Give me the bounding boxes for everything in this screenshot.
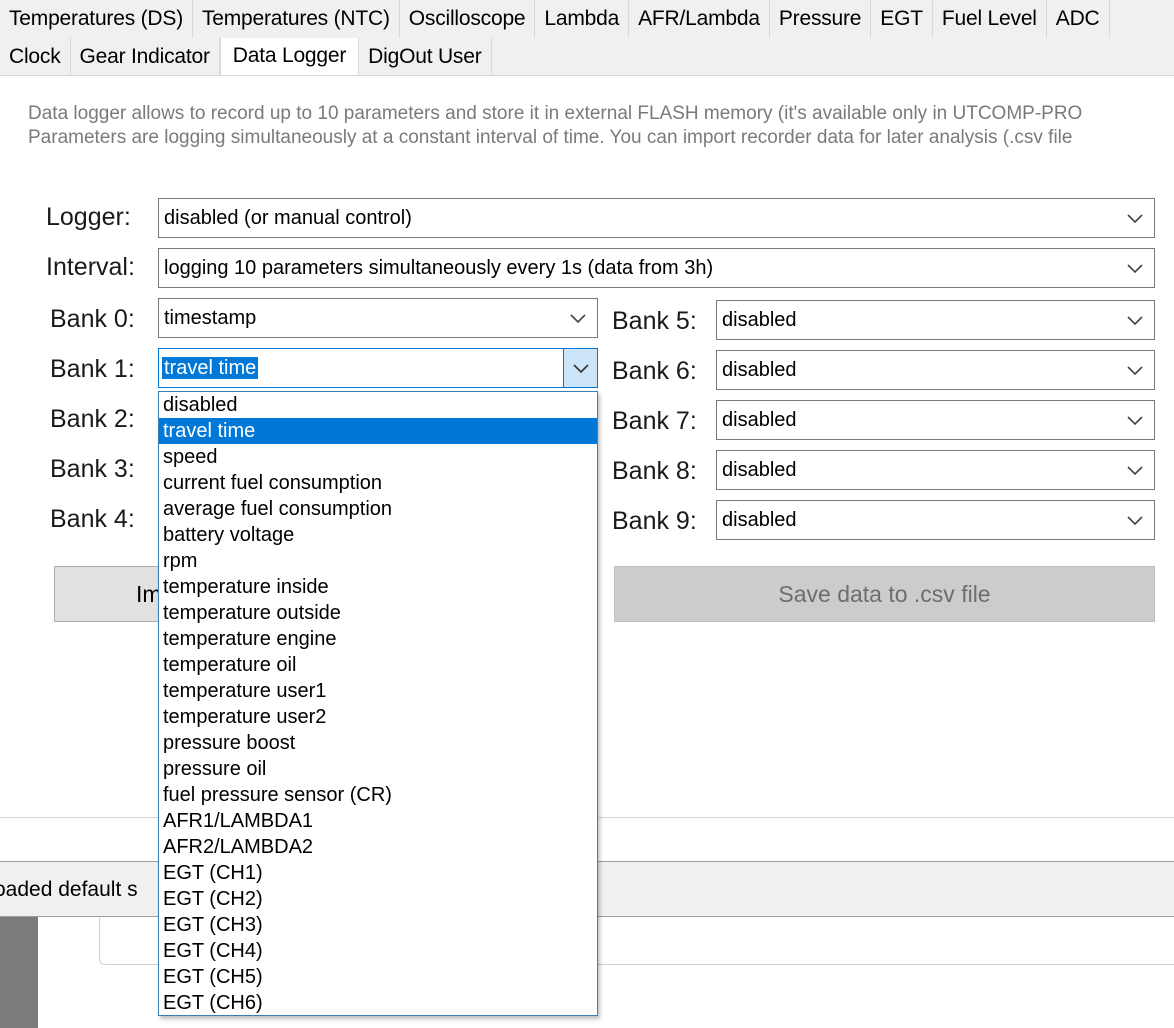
bank-9-value: disabled xyxy=(722,509,797,531)
chevron-down-icon[interactable] xyxy=(1122,351,1148,389)
interval-label: Interval: xyxy=(46,253,135,281)
dropdown-option[interactable]: EGT (CH3) xyxy=(159,912,597,938)
dropdown-option[interactable]: EGT (CH1) xyxy=(159,860,597,886)
dropdown-option[interactable]: speed xyxy=(159,444,597,470)
chevron-down-icon[interactable] xyxy=(1122,199,1148,237)
tab-row-bottom: Clock Gear Indicator Data Logger DigOut Use… xyxy=(0,38,1174,76)
tab-data-logger[interactable]: Data Logger xyxy=(219,38,360,75)
bank-5-select[interactable]: disabled xyxy=(716,300,1155,340)
left-dark-panel xyxy=(0,917,38,1028)
description-text: Data logger allows to record up to 10 pa… xyxy=(28,102,1174,150)
bank-5-value: disabled xyxy=(722,309,797,331)
tab-afr-lambda[interactable]: AFR/Lambda xyxy=(629,0,770,38)
dropdown-option[interactable]: EGT (CH4) xyxy=(159,938,597,964)
tab-lambda[interactable]: Lambda xyxy=(535,0,630,38)
bank-9-label: Bank 9: xyxy=(612,507,697,535)
tab-row-top: Temperatures (DS) Temperatures (NTC) Oscil… xyxy=(0,0,1174,38)
dropdown-option[interactable]: pressure oil xyxy=(159,756,597,782)
dropdown-option[interactable]: rpm xyxy=(159,548,597,574)
tab-digout-user[interactable]: DigOut User xyxy=(359,38,492,75)
save-csv-button-label: Save data to .csv file xyxy=(778,580,991,607)
logger-label: Logger: xyxy=(46,203,131,231)
tab-oscilloscope[interactable]: Oscilloscope xyxy=(400,0,536,38)
bank-8-select[interactable]: disabled xyxy=(716,450,1155,490)
bank-4-label: Bank 4: xyxy=(50,505,135,533)
dropdown-option[interactable]: fuel pressure sensor (CR) xyxy=(159,782,597,808)
bank-8-label: Bank 8: xyxy=(612,457,697,485)
bank-7-value: disabled xyxy=(722,409,797,431)
dropdown-option[interactable]: travel time xyxy=(159,418,597,444)
chevron-down-icon[interactable] xyxy=(563,349,597,387)
dropdown-option[interactable]: disabled xyxy=(159,392,597,418)
dropdown-option[interactable]: current fuel consumption xyxy=(159,470,597,496)
bank-6-value: disabled xyxy=(722,359,797,381)
tab-pressure[interactable]: Pressure xyxy=(770,0,872,38)
status-text: oaded default s xyxy=(0,878,138,901)
bank-1-label: Bank 1: xyxy=(50,355,135,383)
tab-gear-indicator[interactable]: Gear Indicator xyxy=(71,38,220,75)
bank-1-dropdown-list[interactable]: disabled travel time speed current fuel con… xyxy=(158,391,598,1016)
bank-6-label: Bank 6: xyxy=(612,357,697,385)
dropdown-option[interactable]: temperature outside xyxy=(159,600,597,626)
bank-0-value: timestamp xyxy=(164,307,257,329)
dropdown-option[interactable]: AFR2/LAMBDA2 xyxy=(159,834,597,860)
bank-0-select[interactable]: timestamp xyxy=(158,298,598,338)
dropdown-option[interactable]: battery voltage xyxy=(159,522,597,548)
chevron-down-icon[interactable] xyxy=(1122,401,1148,439)
description-line-2: Parameters are logging simultaneously at… xyxy=(28,127,1073,148)
chevron-down-icon[interactable] xyxy=(565,299,591,337)
dropdown-option[interactable]: temperature engine xyxy=(159,626,597,652)
bank-9-select[interactable]: disabled xyxy=(716,500,1155,540)
dropdown-option[interactable]: EGT (CH2) xyxy=(159,886,597,912)
dropdown-option[interactable]: temperature oil xyxy=(159,652,597,678)
tab-fuel-level[interactable]: Fuel Level xyxy=(933,0,1047,38)
logger-select-value: disabled (or manual control) xyxy=(164,207,412,229)
bank-6-select[interactable]: disabled xyxy=(716,350,1155,390)
bank-3-label: Bank 3: xyxy=(50,455,135,483)
chevron-down-icon[interactable] xyxy=(1122,501,1148,539)
bank-7-label: Bank 7: xyxy=(612,407,697,435)
bank-1-value: travel time xyxy=(162,357,259,379)
tab-clock[interactable]: Clock xyxy=(0,38,71,75)
bank-5-label: Bank 5: xyxy=(612,307,697,335)
interval-select[interactable]: logging 10 parameters simultaneously eve… xyxy=(158,248,1155,288)
bank-2-label: Bank 2: xyxy=(50,405,135,433)
dropdown-option[interactable]: temperature user2 xyxy=(159,704,597,730)
interval-select-value: logging 10 parameters simultaneously eve… xyxy=(164,257,714,279)
chevron-down-icon[interactable] xyxy=(1122,301,1148,339)
dropdown-option[interactable]: temperature user1 xyxy=(159,678,597,704)
dropdown-option[interactable]: EGT (CH6) xyxy=(159,990,597,1015)
bank-8-value: disabled xyxy=(722,459,797,481)
bank-7-select[interactable]: disabled xyxy=(716,400,1155,440)
tab-temperatures-ntc[interactable]: Temperatures (NTC) xyxy=(193,0,400,38)
dropdown-option[interactable]: EGT (CH5) xyxy=(159,964,597,990)
logger-select[interactable]: disabled (or manual control) xyxy=(158,198,1155,238)
dropdown-option[interactable]: temperature inside xyxy=(159,574,597,600)
tab-adc[interactable]: ADC xyxy=(1047,0,1110,38)
bank-1-select[interactable]: travel time xyxy=(158,348,598,388)
save-csv-button: Save data to .csv file xyxy=(614,566,1155,622)
dropdown-option[interactable]: average fuel consumption xyxy=(159,496,597,522)
tab-egt[interactable]: EGT xyxy=(871,0,933,38)
chevron-down-icon[interactable] xyxy=(1122,451,1148,489)
description-line-1: Data logger allows to record up to 10 pa… xyxy=(28,103,1083,124)
bank-0-label: Bank 0: xyxy=(50,305,135,333)
chevron-down-icon[interactable] xyxy=(1122,249,1148,287)
dropdown-option[interactable]: AFR1/LAMBDA1 xyxy=(159,808,597,834)
tab-temperatures-ds[interactable]: Temperatures (DS) xyxy=(0,0,193,38)
dropdown-option[interactable]: pressure boost xyxy=(159,730,597,756)
